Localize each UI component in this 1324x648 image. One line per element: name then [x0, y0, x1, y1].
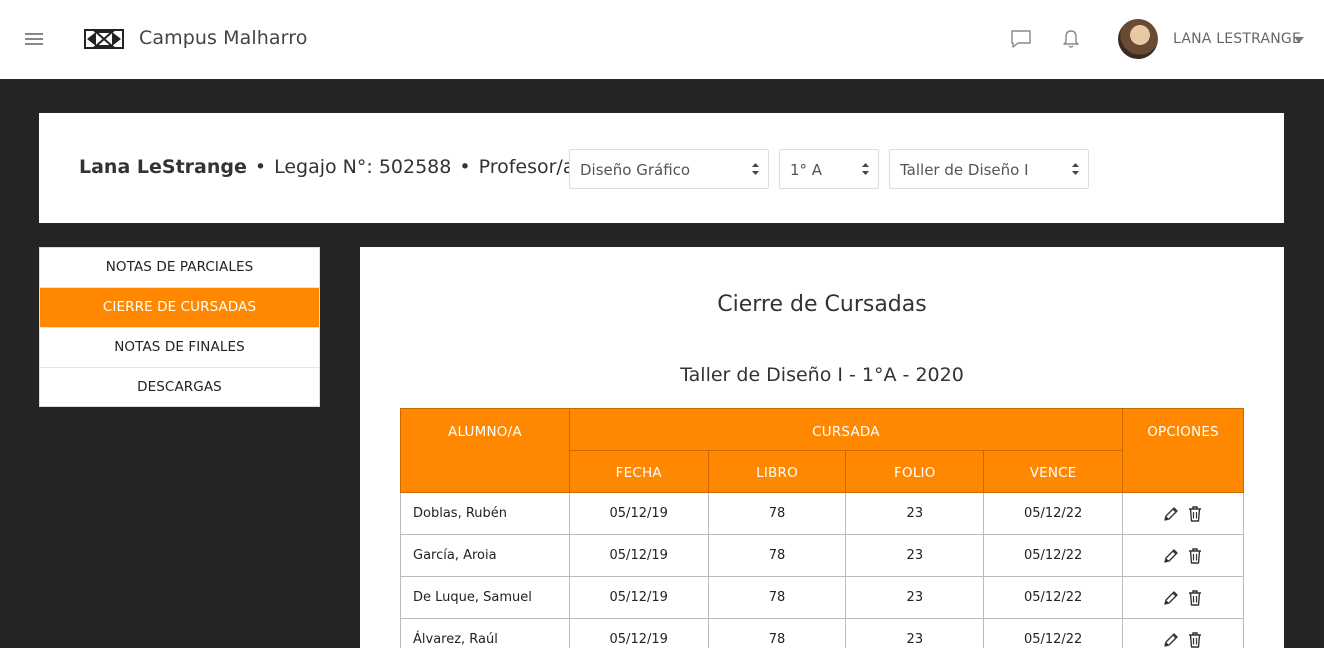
fecha-cell: 05/12/19 — [568, 492, 709, 535]
table-row: De Luque, Samuel 05/12/19 78 23 05/12/22 — [400, 576, 1244, 619]
sidebar-item-cierre-cursadas[interactable]: CIERRE DE CURSADAS — [40, 288, 319, 328]
sidebar-item-descargas[interactable]: DESCARGAS — [40, 368, 319, 408]
libro-cell: 78 — [707, 618, 847, 648]
column-header-folio: FOLIO — [845, 450, 985, 493]
trash-icon[interactable] — [1186, 589, 1204, 607]
libro-cell: 78 — [707, 534, 847, 577]
course-select[interactable]: 1° A — [779, 149, 879, 189]
libro-cell: 78 — [707, 576, 847, 619]
trash-icon[interactable] — [1186, 547, 1204, 565]
column-header-libro: LIBRO — [707, 450, 847, 493]
subject-select-value: Taller de Diseño I — [900, 161, 1029, 179]
student-name: Álvarez, Raúl — [400, 618, 570, 648]
teacher-name: Lana LeStrange — [79, 156, 247, 178]
vence-cell: 05/12/22 — [983, 576, 1124, 619]
column-header-vence: VENCE — [983, 450, 1124, 493]
student-name: García, Aroia — [400, 534, 570, 577]
vence-cell: 05/12/22 — [983, 534, 1124, 577]
sidebar-item-notas-finales[interactable]: NOTAS DE FINALES — [40, 328, 319, 368]
edit-icon[interactable] — [1162, 589, 1180, 607]
vence-cell: 05/12/22 — [983, 492, 1124, 535]
edit-icon[interactable] — [1162, 631, 1180, 648]
options-cell — [1122, 576, 1244, 619]
table-row: Doblas, Rubén 05/12/19 78 23 05/12/22 — [400, 492, 1244, 535]
subject-select[interactable]: Taller de Diseño I — [889, 149, 1089, 189]
career-select[interactable]: Diseño Gráfico — [569, 149, 769, 189]
table-row: Álvarez, Raúl 05/12/19 78 23 05/12/22 — [400, 618, 1244, 648]
bell-icon[interactable] — [1060, 28, 1082, 50]
table-row: García, Aroia 05/12/19 78 23 05/12/22 — [400, 534, 1244, 577]
fecha-cell: 05/12/19 — [568, 534, 709, 577]
folio-cell: 23 — [845, 576, 985, 619]
options-cell — [1122, 618, 1244, 648]
cursadas-table: ALUMNO/A CURSADA OPCIONES FECHA LIBRO FO… — [400, 408, 1244, 648]
vence-cell: 05/12/22 — [983, 618, 1124, 648]
teacher-info-card: Lana LeStrange • Legajo N°: 502588 • Profeso… — [39, 113, 1284, 223]
column-header-cursada: CURSADA — [568, 408, 1124, 451]
chat-icon[interactable] — [1010, 28, 1032, 50]
student-name: De Luque, Samuel — [400, 576, 570, 619]
trash-icon[interactable] — [1186, 505, 1204, 523]
select-arrows-icon — [1072, 163, 1079, 175]
main-panel: Cierre de Cursadas Taller de Diseño I - … — [360, 247, 1284, 648]
column-header-student: ALUMNO/A — [400, 408, 570, 493]
legajo-number: Legajo N°: 502588 — [274, 156, 452, 178]
teacher-info-line: Lana LeStrange • Legajo N°: 502588 • Profeso… — [79, 156, 604, 178]
edit-icon[interactable] — [1162, 505, 1180, 523]
trash-icon[interactable] — [1186, 631, 1204, 648]
options-cell — [1122, 534, 1244, 577]
career-select-value: Diseño Gráfico — [580, 161, 691, 179]
libro-cell: 78 — [707, 492, 847, 535]
top-bar: Campus Malharro LANA LESTRANGE — [0, 0, 1324, 79]
brand-name: Campus Malharro — [139, 27, 308, 49]
sidebar-nav: NOTAS DE PARCIALES CIERRE DE CURSADAS NO… — [39, 247, 320, 407]
avatar[interactable] — [1118, 19, 1158, 59]
menu-icon[interactable] — [25, 33, 43, 45]
folio-cell: 23 — [845, 534, 985, 577]
select-arrows-icon — [862, 163, 869, 175]
column-header-fecha: FECHA — [568, 450, 709, 493]
column-header-options: OPCIONES — [1122, 408, 1244, 493]
page-subtitle: Taller de Diseño I - 1°A - 2020 — [680, 364, 964, 386]
edit-icon[interactable] — [1162, 547, 1180, 565]
folio-cell: 23 — [845, 618, 985, 648]
separator: • — [254, 156, 267, 178]
page-title: Cierre de Cursadas — [717, 292, 927, 317]
student-name: Doblas, Rubén — [400, 492, 570, 535]
sidebar-item-notas-parciales[interactable]: NOTAS DE PARCIALES — [40, 248, 319, 288]
select-arrows-icon — [752, 163, 759, 175]
folio-cell: 23 — [845, 492, 985, 535]
user-menu[interactable]: LANA LESTRANGE — [1173, 31, 1301, 47]
logo-icon — [84, 29, 124, 49]
options-cell — [1122, 492, 1244, 535]
fecha-cell: 05/12/19 — [568, 576, 709, 619]
fecha-cell: 05/12/19 — [568, 618, 709, 648]
chevron-down-icon[interactable] — [1294, 37, 1304, 43]
separator: • — [459, 156, 471, 178]
course-select-value: 1° A — [790, 161, 823, 179]
